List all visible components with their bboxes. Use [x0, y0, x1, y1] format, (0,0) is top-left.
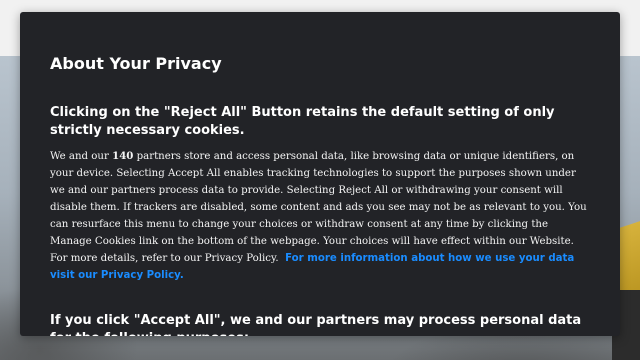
description-intro: We and our [50, 151, 113, 162]
description-body: partners store and access personal data,… [50, 151, 587, 264]
dialog-title: About Your Privacy [50, 54, 222, 73]
accept-all-heading: If you click "Accept All", we and our pa… [50, 313, 582, 336]
consent-description: We and our 140 partners store and access… [50, 148, 590, 284]
partner-count: 140 [112, 150, 134, 162]
reject-all-heading: Clicking on the "Reject All" Button reta… [50, 105, 555, 138]
dialog-content: About Your Privacy Clicking on the "Reje… [20, 54, 620, 336]
privacy-consent-dialog: About Your Privacy Clicking on the "Reje… [20, 12, 620, 336]
